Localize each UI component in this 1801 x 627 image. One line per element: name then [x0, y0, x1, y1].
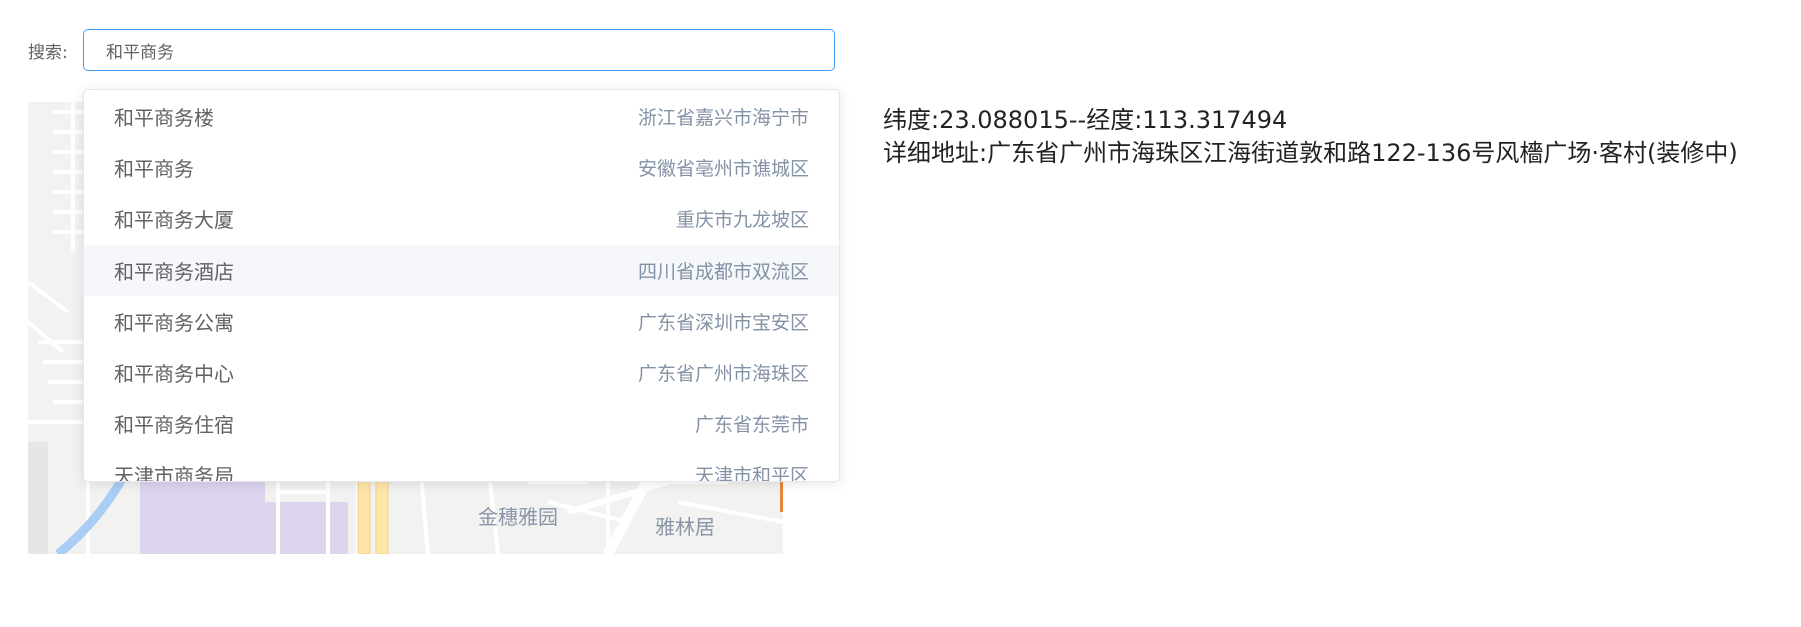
search-input[interactable] — [83, 29, 835, 71]
suggestion-name: 和平商务住宿 — [114, 413, 234, 438]
suggestion-dropdown: 和平商务楼 浙江省嘉兴市海宁市 和平商务 安徽省亳州市谯城区 和平商务大厦 重庆… — [83, 89, 840, 482]
suggestion-region: 重庆市九龙坡区 — [675, 209, 809, 232]
suggestion-name: 和平商务公寓 — [114, 310, 234, 335]
coordinates-text: 纬度:23.088015--经度:113.317494 — [883, 106, 1288, 134]
suggestion-region: 天津市和平区 — [694, 465, 809, 482]
suggestion-region: 广东省东莞市 — [694, 414, 809, 437]
address-text: 详细地址:广东省广州市海珠区江海街道敦和路122-136号风檣广场·客村(装修中… — [883, 139, 1738, 167]
suggestion-item[interactable]: 和平商务大厦 重庆市九龙坡区 — [84, 193, 839, 244]
suggestion-item[interactable]: 和平商务楼 浙江省嘉兴市海宁市 — [84, 91, 839, 142]
suggestion-item[interactable]: 和平商务中心 广东省广州市海珠区 — [84, 347, 839, 398]
suggestion-name: 天津市商务局 — [114, 464, 234, 482]
suggestion-name: 和平商务中心 — [114, 362, 234, 387]
suggestion-item[interactable]: 和平商务住宿 广东省东莞市 — [84, 398, 839, 449]
suggestion-list: 和平商务楼 浙江省嘉兴市海宁市 和平商务 安徽省亳州市谯城区 和平商务大厦 重庆… — [84, 90, 839, 482]
map-block — [28, 442, 48, 554]
suggestion-name: 和平商务 — [114, 157, 194, 182]
suggestion-region: 广东省深圳市宝安区 — [637, 311, 809, 334]
suggestion-name: 和平商务楼 — [114, 106, 214, 131]
suggestion-item[interactable]: 和平商务 安徽省亳州市谯城区 — [84, 142, 839, 193]
suggestion-region: 安徽省亳州市谯城区 — [637, 158, 809, 181]
suggestion-item[interactable]: 天津市商务局 天津市和平区 — [84, 449, 839, 482]
suggestion-name: 和平商务大厦 — [114, 208, 234, 233]
suggestion-item-highlighted[interactable]: 和平商务酒店 四川省成都市双流区 — [84, 244, 839, 296]
map-label-jinsui: 金穗雅园 — [478, 505, 558, 529]
suggestion-name: 和平商务酒店 — [114, 259, 234, 284]
location-info: 纬度:23.088015--经度:113.317494 详细地址:广东省广州市海… — [883, 104, 1738, 170]
map-label-yalin: 雅林居 — [655, 515, 715, 539]
search-label: 搜索: — [28, 43, 68, 63]
suggestion-region: 广东省广州市海珠区 — [637, 363, 809, 386]
suggestion-region: 浙江省嘉兴市海宁市 — [637, 107, 809, 130]
suggestion-item[interactable]: 和平商务公寓 广东省深圳市宝安区 — [84, 296, 839, 347]
suggestion-region: 四川省成都市双流区 — [637, 260, 809, 283]
